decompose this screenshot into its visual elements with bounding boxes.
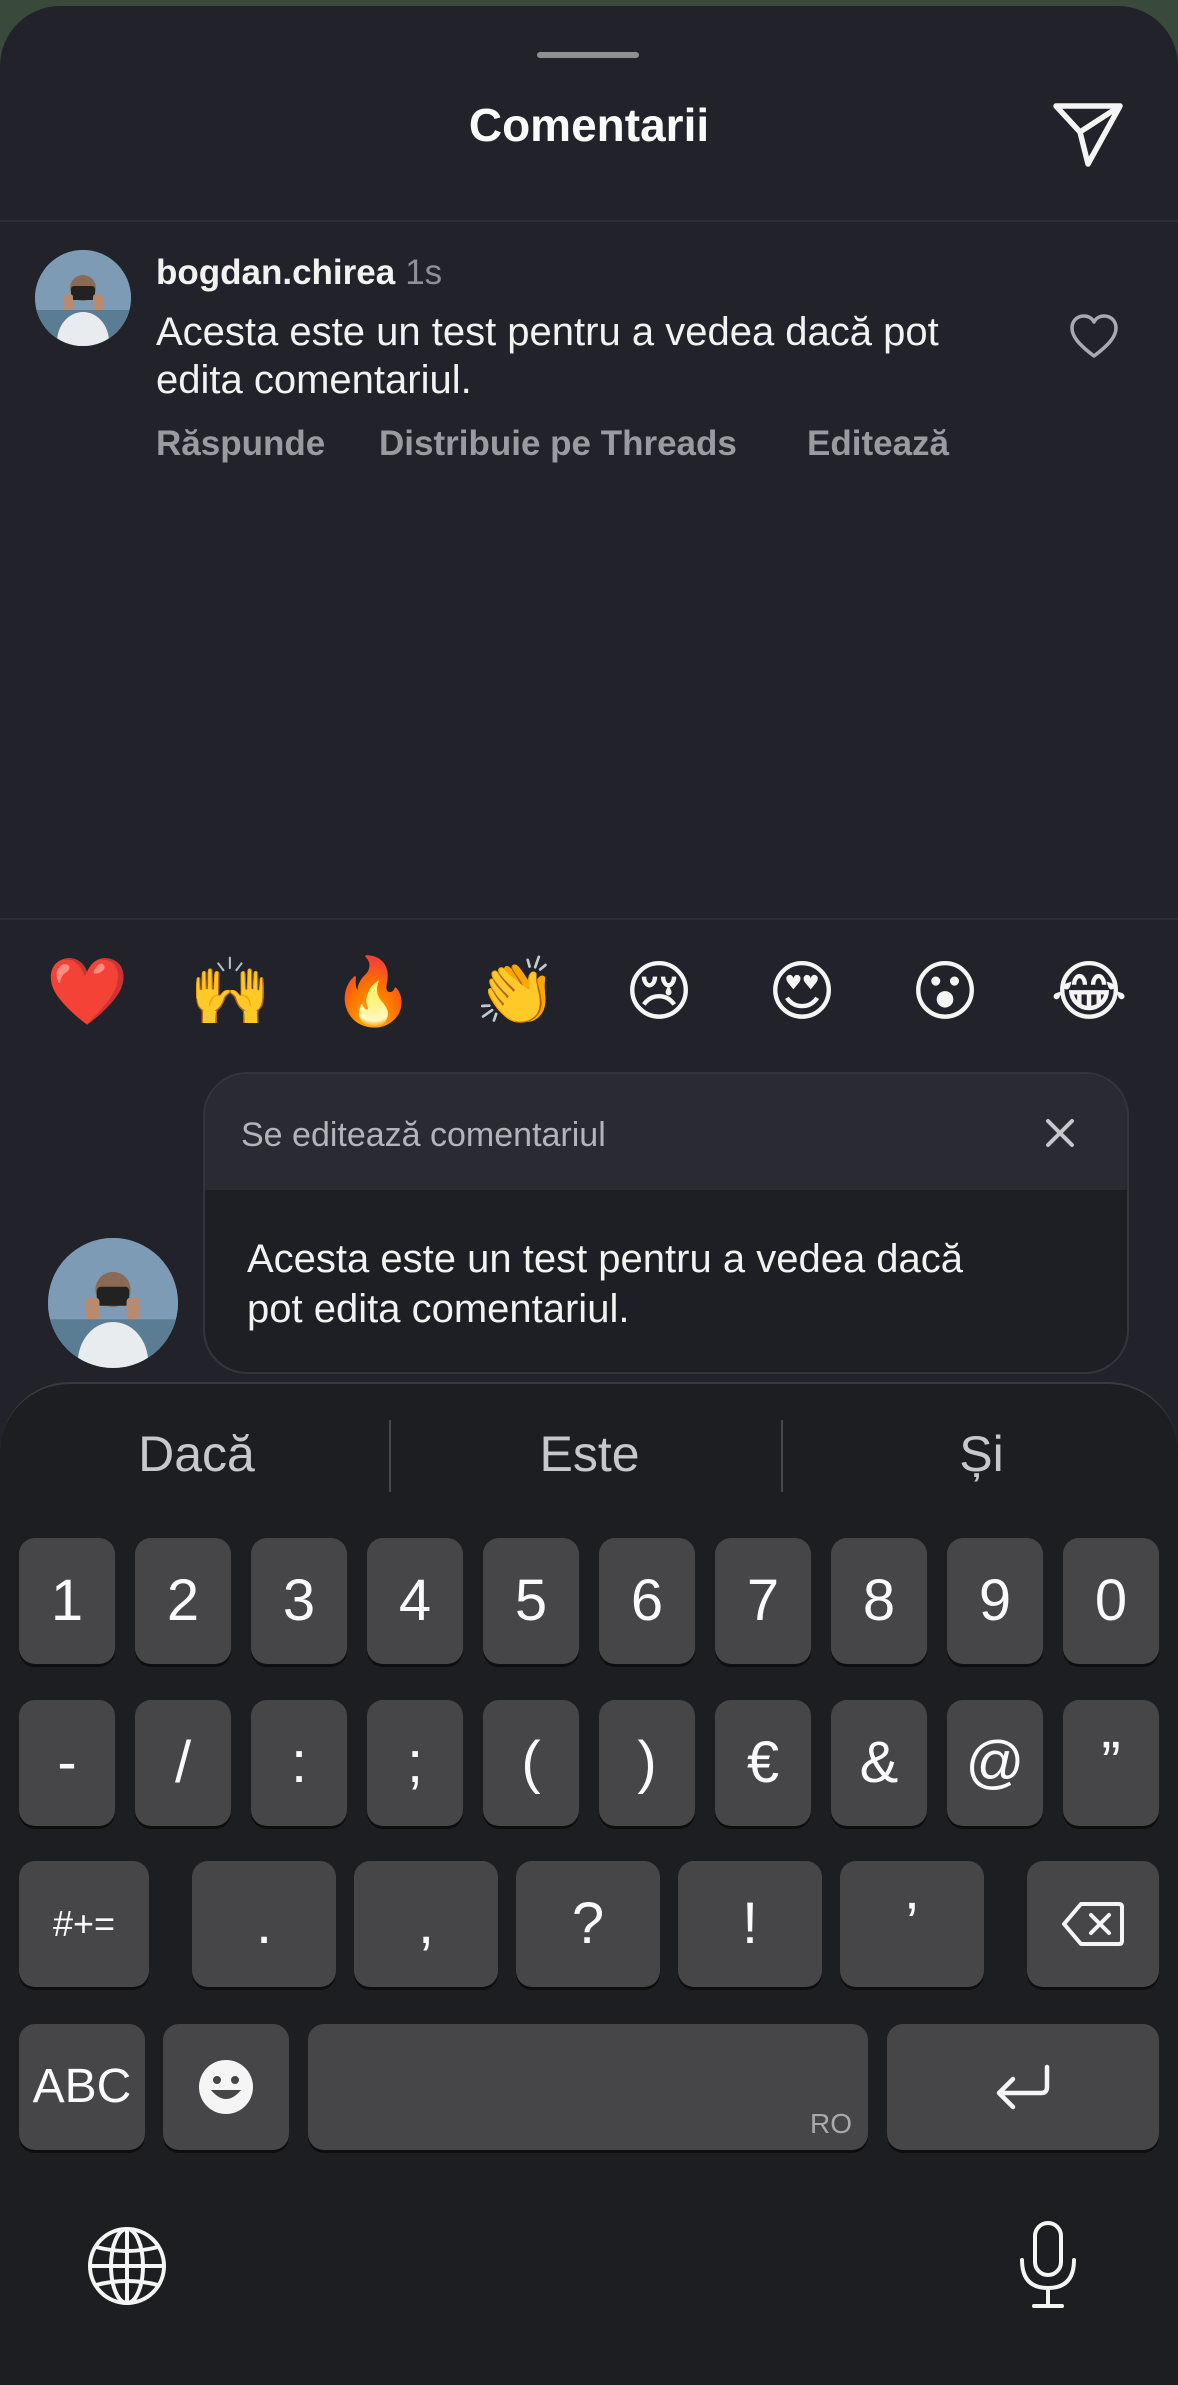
- symbol-key-label: -: [57, 1730, 77, 1795]
- return-icon: [996, 2064, 1050, 2110]
- key-6[interactable]: 6: [599, 1538, 695, 1664]
- editing-label: Se editează comentariul: [241, 1116, 606, 1154]
- heart-icon[interactable]: [1068, 311, 1120, 363]
- symbol-key-label: &: [859, 1730, 899, 1795]
- key-6-label: 6: [630, 1568, 664, 1633]
- emoji-clap[interactable]: 👏: [475, 951, 557, 1031]
- comment-input[interactable]: Acesta este un test pentru a vedea dacă …: [247, 1234, 1007, 1334]
- key-8-label: 8: [862, 1568, 896, 1633]
- return-key[interactable]: [887, 2024, 1159, 2150]
- punctuation-key[interactable]: ’: [840, 1861, 984, 1987]
- key-2-label: 2: [166, 1568, 200, 1633]
- key-1[interactable]: 1: [19, 1538, 115, 1664]
- more-symbols-label: #+=: [52, 1903, 116, 1944]
- edit-header: Se editează comentariul: [205, 1074, 1127, 1190]
- key-5[interactable]: 5: [483, 1538, 579, 1664]
- symbol-key[interactable]: -: [19, 1700, 115, 1826]
- close-icon[interactable]: [1043, 1116, 1077, 1150]
- key-8[interactable]: 8: [831, 1538, 927, 1664]
- symbol-key[interactable]: /: [135, 1700, 231, 1826]
- punctuation-key-label: !: [741, 1891, 759, 1956]
- key-7[interactable]: 7: [715, 1538, 811, 1664]
- backspace-key[interactable]: [1027, 1861, 1159, 1987]
- emoji-face-icon: [199, 2060, 253, 2114]
- symbol-key-label: ): [637, 1730, 657, 1795]
- abc-key[interactable]: ABC: [19, 2024, 145, 2150]
- emoji-laugh[interactable]: 😂: [1049, 951, 1129, 1031]
- edit-button[interactable]: Editează: [807, 424, 949, 464]
- symbol-key-label: /: [174, 1730, 192, 1795]
- key-0-label: 0: [1094, 1568, 1128, 1633]
- punctuation-key-label: ,: [417, 1891, 435, 1956]
- comment-username-text[interactable]: bogdan.chirea: [156, 253, 395, 292]
- symbol-key-label: ”: [1101, 1730, 1121, 1795]
- key-5-label: 5: [514, 1568, 548, 1633]
- symbol-key-label: :: [290, 1730, 308, 1795]
- reply-button[interactable]: Răspunde: [156, 424, 325, 464]
- symbol-key[interactable]: @: [947, 1700, 1043, 1826]
- punctuation-key-label: ’: [905, 1891, 919, 1956]
- my-avatar: [48, 1238, 178, 1368]
- more-symbols-key[interactable]: #+=: [19, 1861, 149, 1987]
- key-4[interactable]: 4: [367, 1538, 463, 1664]
- comment-username[interactable]: bogdan.chirea 1s: [156, 253, 442, 293]
- emoji-divider: [0, 918, 1178, 920]
- symbol-key[interactable]: :: [251, 1700, 347, 1826]
- key-2[interactable]: 2: [135, 1538, 231, 1664]
- punctuation-key[interactable]: ,: [354, 1861, 498, 1987]
- symbol-key-label: @: [965, 1730, 1025, 1795]
- share-threads-button[interactable]: Distribuie pe Threads: [379, 424, 737, 464]
- emoji-surprised[interactable]: 😮: [905, 951, 985, 1031]
- avatar[interactable]: [35, 250, 131, 346]
- microphone-icon[interactable]: [1016, 2220, 1080, 2312]
- sheet-title: Comentarii: [468, 99, 710, 151]
- symbol-key[interactable]: &: [831, 1700, 927, 1826]
- sheet-grabber[interactable]: [537, 52, 639, 58]
- header-divider: [0, 220, 1178, 222]
- space-language-label: RO: [810, 2108, 852, 2139]
- symbol-key[interactable]: ): [599, 1700, 695, 1826]
- punctuation-key[interactable]: !: [678, 1861, 822, 1987]
- comment-text: Acesta este un test pentru a vedea dacă …: [156, 310, 939, 402]
- key-7-label: 7: [746, 1568, 780, 1633]
- punctuation-key-label: .: [255, 1891, 273, 1956]
- suggestion-divider: [781, 1420, 783, 1492]
- symbol-key[interactable]: ”: [1063, 1700, 1159, 1826]
- punctuation-key[interactable]: ?: [516, 1861, 660, 1987]
- suggestion-3[interactable]: Și: [785, 1425, 1178, 1483]
- key-3[interactable]: 3: [251, 1538, 347, 1664]
- key-1-label: 1: [50, 1568, 84, 1633]
- symbol-key[interactable]: ;: [367, 1700, 463, 1826]
- emoji-heart[interactable]: ❤️: [46, 951, 128, 1031]
- symbol-key[interactable]: (: [483, 1700, 579, 1826]
- comment-time: 1s: [405, 253, 443, 292]
- emoji-cry[interactable]: 😢: [619, 951, 699, 1031]
- send-icon[interactable]: [1048, 92, 1128, 172]
- space-key[interactable]: RO: [308, 2024, 868, 2150]
- key-9[interactable]: 9: [947, 1538, 1043, 1664]
- edit-comment-box[interactable]: Se editează comentariul Acesta este un t…: [203, 1072, 1129, 1374]
- emoji-raised-hands[interactable]: 🙌: [189, 951, 271, 1031]
- suggestion-2[interactable]: Este: [393, 1425, 786, 1483]
- backspace-icon: [1062, 1902, 1124, 1946]
- key-3-label: 3: [282, 1568, 316, 1633]
- abc-label: ABC: [32, 2060, 132, 2113]
- emoji-key[interactable]: [163, 2024, 289, 2150]
- punctuation-key-label: ?: [571, 1891, 605, 1956]
- suggestion-1[interactable]: Dacă: [0, 1425, 393, 1483]
- symbol-key-label: ;: [406, 1730, 424, 1795]
- symbol-key[interactable]: €: [715, 1700, 811, 1826]
- suggestion-divider: [389, 1420, 391, 1492]
- key-0[interactable]: 0: [1063, 1538, 1159, 1664]
- emoji-fire[interactable]: 🔥: [332, 951, 414, 1031]
- punctuation-key[interactable]: .: [192, 1861, 336, 1987]
- symbol-key-label: (: [521, 1730, 541, 1795]
- globe-icon[interactable]: [86, 2225, 168, 2307]
- key-9-label: 9: [978, 1568, 1012, 1633]
- emoji-heart-eyes[interactable]: 😍: [762, 951, 842, 1031]
- symbol-key-label: €: [746, 1730, 780, 1795]
- key-4-label: 4: [398, 1568, 432, 1633]
